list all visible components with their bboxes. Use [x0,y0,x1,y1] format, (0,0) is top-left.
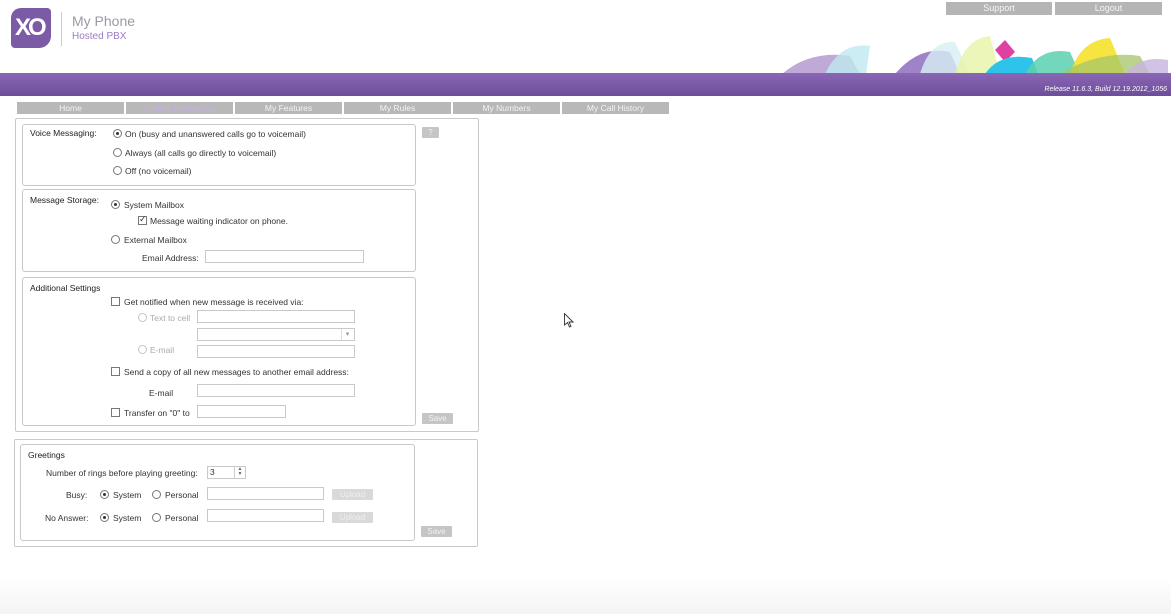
additional-settings-legend: Additional Settings [28,283,103,293]
help-button[interactable]: ? [422,127,439,138]
save-button[interactable]: Save [422,413,453,424]
mwi-label: Message waiting indicator on phone. [150,216,288,226]
copy-checkbox[interactable] [111,367,120,376]
transfer-input[interactable] [197,405,286,418]
app-title: My Phone [72,13,136,29]
mwi-checkbox[interactable] [138,214,147,225]
text-to-cell-label: Text to cell [150,313,191,323]
email-address-input[interactable] [205,250,364,263]
noanswer-upload-button[interactable]: Upload [332,512,373,523]
copy-email-label: E-mail [149,388,174,398]
rings-stepper[interactable]: 3 ▲ ▼ [207,466,246,479]
cell-number-input[interactable] [197,310,355,323]
tab-my-call-history[interactable]: My Call History [562,102,669,114]
copy-label: Send a copy of all new messages to anoth… [124,367,349,377]
xo-logo: XO [11,8,51,48]
tab-home[interactable]: Home [17,102,124,114]
noanswer-personal-radio[interactable] [152,513,161,522]
email-address-label: Email Address: [142,253,199,263]
busy-upload-button[interactable]: Upload [332,489,373,500]
busy-personal-label: Personal [165,490,199,500]
greetings-save-button[interactable]: Save [421,526,452,537]
chevron-down-icon: ▾ [341,329,353,340]
tab-my-numbers[interactable]: My Numbers [453,102,560,114]
carrier-select[interactable]: ▾ [197,328,355,341]
header-decoration [782,36,1168,74]
busy-system-radio[interactable] [100,490,109,499]
transfer-checkbox[interactable] [111,408,120,417]
vm-on-radio[interactable] [113,129,122,138]
vm-always-label: Always (all calls go directly to voicema… [125,148,277,158]
header-band [0,73,1171,96]
system-mailbox-radio[interactable] [111,200,120,209]
stepper-arrows-icon[interactable]: ▲ ▼ [234,467,245,478]
noanswer-personal-label: Personal [165,513,199,523]
rings-value: 3 [210,467,215,477]
email-notify-label: E-mail [150,345,175,355]
noanswer-greeting-file-input[interactable] [207,509,324,522]
notify-email-input[interactable] [197,345,355,358]
busy-greeting-file-input[interactable] [207,487,324,500]
no-answer-label: No Answer: [45,513,89,523]
vm-off-label: Off (no voicemail) [125,166,192,176]
support-link[interactable]: Support [946,2,1052,15]
busy-label: Busy: [66,490,88,500]
logo-divider [61,12,62,46]
noanswer-system-radio[interactable] [100,513,109,522]
message-storage-legend: Message Storage: [28,195,101,205]
tab-my-features[interactable]: My Features [235,102,342,114]
external-mailbox-radio[interactable] [111,235,120,244]
copy-email-input[interactable] [197,384,355,397]
system-mailbox-label: System Mailbox [124,200,184,210]
vm-always-radio[interactable] [113,148,122,157]
app-subtitle: Hosted PBX [72,31,127,42]
text-to-cell-radio[interactable] [138,313,147,322]
transfer-label: Transfer on "0" to [124,408,190,418]
busy-personal-radio[interactable] [152,490,161,499]
mouse-cursor-icon [564,313,574,328]
greetings-legend: Greetings [26,450,67,460]
vm-on-label: On (busy and unanswered calls go to voic… [125,129,306,139]
logo-text: XO [15,14,47,41]
tab-my-rules[interactable]: My Rules [344,102,451,114]
notify-checkbox[interactable] [111,297,120,306]
release-info: Release 11.6.3, Build 12.19.2012_1056 [1044,86,1167,93]
footer-strip [0,578,1171,614]
notify-label: Get notified when new message is receive… [124,297,304,307]
email-notify-radio[interactable] [138,345,147,354]
logout-link[interactable]: Logout [1055,2,1162,15]
tab-unified-messaging[interactable]: Unified Messaging [126,102,233,114]
external-mailbox-label: External Mailbox [124,235,187,245]
rings-label: Number of rings before playing greeting: [46,468,198,478]
vm-off-radio[interactable] [113,166,122,175]
noanswer-system-label: System [113,513,142,523]
voice-messaging-legend: Voice Messaging: [28,128,99,138]
busy-system-label: System [113,490,142,500]
